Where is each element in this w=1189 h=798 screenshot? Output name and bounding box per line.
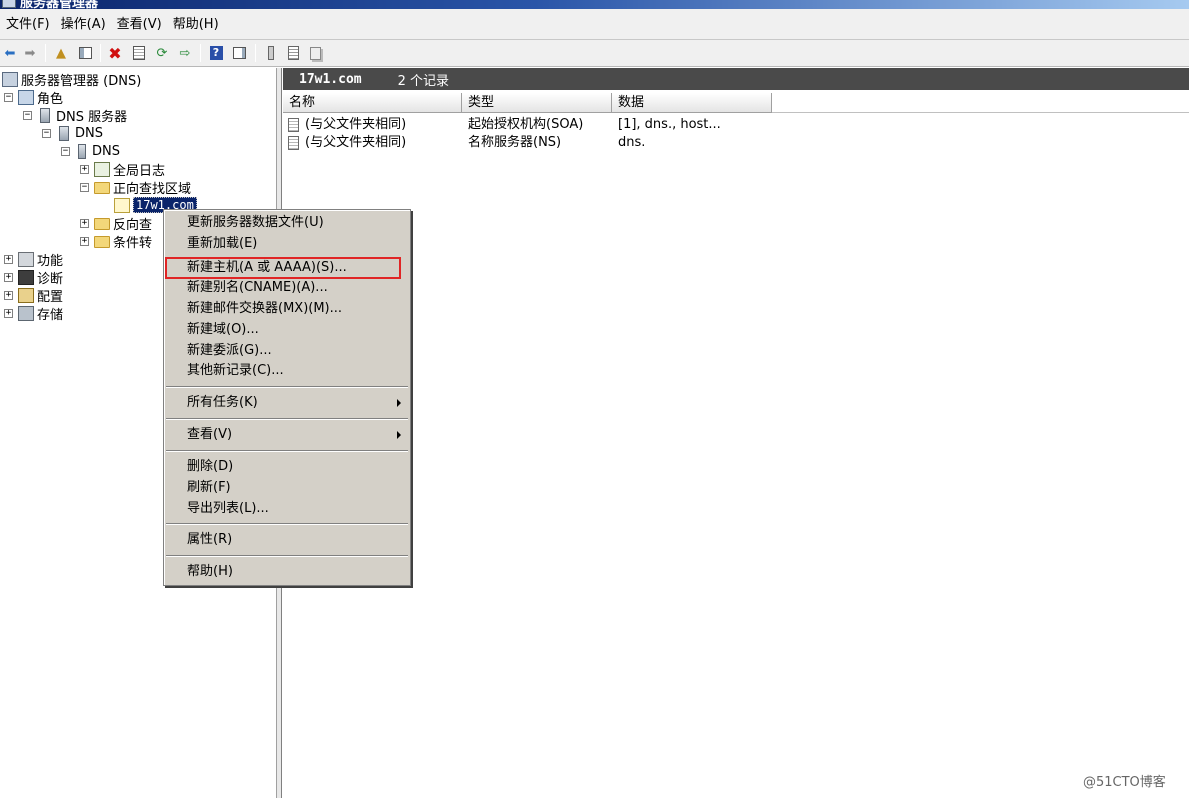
- submenu-arrow-icon: [397, 431, 401, 439]
- toolbar: ⬅ ➡ ▲ ✖ ⟳ ⇨ ?: [0, 40, 1189, 67]
- menu-action[interactable]: 操作(A): [59, 9, 115, 40]
- copy-icon[interactable]: [306, 44, 324, 62]
- menu-item-refresh[interactable]: 刷新(F): [187, 478, 231, 498]
- list-icon[interactable]: [284, 44, 302, 62]
- menu-item-help[interactable]: 帮助(H): [187, 562, 233, 582]
- server-icon: [78, 143, 86, 159]
- dns-icon: [59, 125, 69, 141]
- tree-item-storage[interactable]: + 存储: [4, 304, 63, 323]
- diagnostics-icon: [18, 269, 34, 285]
- menu-file[interactable]: 文件(F): [4, 9, 59, 40]
- refresh-icon[interactable]: ⟳: [153, 44, 171, 62]
- table-row[interactable]: (与父文件夹相同) 起始授权机构(SOA) [1], dns., host...: [287, 116, 1177, 134]
- menu-separator: [166, 386, 408, 388]
- menu-separator: [166, 555, 408, 557]
- submenu-arrow-icon: [397, 399, 401, 407]
- forward-arrow-icon[interactable]: ➡: [21, 44, 39, 62]
- record-icon: [288, 136, 299, 150]
- expand-toggle[interactable]: +: [4, 272, 13, 282]
- menu-help[interactable]: 帮助(H): [171, 9, 228, 40]
- storage-icon: [18, 305, 34, 321]
- tree-item-features[interactable]: + 功能: [4, 250, 63, 269]
- menu-item-properties[interactable]: 属性(R): [187, 530, 232, 550]
- toolbar-separator: [100, 44, 101, 62]
- column-header-type[interactable]: 类型: [462, 93, 612, 113]
- collapse-toggle[interactable]: −: [23, 110, 32, 120]
- menu-item-new-mx[interactable]: 新建邮件交换器(MX)(M)...: [187, 299, 342, 319]
- show-tree-icon[interactable]: [76, 44, 94, 62]
- menu-item-other-records[interactable]: 其他新记录(C)...: [187, 361, 284, 381]
- menu-item-new-domain[interactable]: 新建域(O)...: [187, 320, 259, 340]
- properties-icon[interactable]: [130, 44, 148, 62]
- back-arrow-icon[interactable]: ⬅: [1, 44, 19, 62]
- column-header-row: 名称 类型 数据: [283, 93, 1189, 113]
- highlight-box: [165, 257, 401, 279]
- column-header-name[interactable]: 名称: [283, 93, 462, 113]
- export-icon[interactable]: ⇨: [176, 44, 194, 62]
- roles-icon: [18, 89, 34, 105]
- tree-item-configuration[interactable]: + 配置: [4, 286, 63, 305]
- folder-icon: [94, 236, 110, 248]
- folder-icon: [94, 182, 110, 194]
- server-icon[interactable]: [262, 44, 280, 62]
- features-icon: [18, 251, 34, 267]
- results-header: 17w1.com 2 个记录: [283, 68, 1189, 90]
- menu-view[interactable]: 查看(V): [115, 9, 171, 40]
- watermark: @51CTO博客: [1083, 775, 1166, 790]
- server-manager-icon: [2, 71, 18, 87]
- dns-server-icon: [40, 107, 50, 123]
- results-pane: 17w1.com 2 个记录 名称 类型 数据 (与父文件夹相同) 起始授权机构…: [283, 68, 1189, 798]
- expand-toggle[interactable]: +: [80, 236, 89, 246]
- menu-separator: [166, 418, 408, 420]
- collapse-toggle[interactable]: −: [80, 182, 89, 192]
- menu-item-view[interactable]: 查看(V): [187, 425, 232, 445]
- server-manager-icon: [2, 0, 16, 8]
- collapse-toggle[interactable]: −: [61, 146, 70, 156]
- toolbar-separator: [45, 44, 46, 62]
- menu-bar: 文件(F) 操作(A) 查看(V) 帮助(H): [0, 9, 1189, 40]
- menu-item-delete[interactable]: 删除(D): [187, 457, 233, 477]
- delete-icon[interactable]: ✖: [106, 44, 124, 63]
- tree-item-dns-server[interactable]: − DNS 服务器: [23, 106, 127, 125]
- tree-item-roles[interactable]: − 角色: [4, 88, 63, 107]
- show-action-pane-icon[interactable]: [230, 44, 248, 62]
- configuration-icon: [18, 287, 34, 303]
- menu-item-new-alias[interactable]: 新建别名(CNAME)(A)...: [187, 278, 328, 298]
- expand-toggle[interactable]: +: [4, 254, 13, 264]
- expand-toggle[interactable]: +: [4, 308, 13, 318]
- menu-separator: [166, 450, 408, 452]
- log-icon: [94, 161, 110, 177]
- column-header-data[interactable]: 数据: [612, 93, 772, 113]
- toolbar-separator: [200, 44, 201, 62]
- collapse-toggle[interactable]: −: [4, 92, 13, 102]
- tree-item-reverse-zones[interactable]: + 反向查: [80, 214, 152, 233]
- expand-toggle[interactable]: +: [80, 218, 89, 228]
- tree-item-diagnostics[interactable]: + 诊断: [4, 268, 63, 287]
- collapse-toggle[interactable]: −: [42, 128, 51, 138]
- zone-icon: [114, 197, 130, 213]
- tree-item-server-manager[interactable]: 服务器管理器 (DNS): [2, 70, 141, 89]
- table-row[interactable]: (与父文件夹相同) 名称服务器(NS) dns.: [287, 134, 1177, 152]
- tree-item-dns[interactable]: − DNS: [42, 124, 103, 142]
- expand-toggle[interactable]: +: [80, 164, 89, 174]
- record-icon: [288, 118, 299, 132]
- menu-separator: [166, 523, 408, 525]
- folder-icon: [94, 218, 110, 230]
- toolbar-separator: [255, 44, 256, 62]
- zone-name: 17w1.com: [299, 71, 362, 87]
- expand-toggle[interactable]: +: [4, 290, 13, 300]
- help-icon[interactable]: ?: [207, 44, 225, 62]
- tree-item-global-logs[interactable]: + 全局日志: [80, 160, 165, 179]
- menu-item-update-server-file[interactable]: 更新服务器数据文件(U): [187, 213, 324, 233]
- up-folder-icon[interactable]: ▲: [52, 44, 70, 62]
- tree-item-conditional-forwarders[interactable]: + 条件转: [80, 232, 152, 251]
- tree-item-forward-zones[interactable]: − 正向查找区域: [80, 178, 191, 197]
- record-count: 2 个记录: [397, 73, 450, 89]
- tree-item-dns-host[interactable]: − DNS: [61, 142, 120, 160]
- menu-item-new-delegation[interactable]: 新建委派(G)...: [187, 341, 272, 361]
- menu-item-all-tasks[interactable]: 所有任务(K): [187, 393, 258, 413]
- menu-item-export-list[interactable]: 导出列表(L)...: [187, 499, 269, 519]
- menu-item-reload[interactable]: 重新加载(E): [187, 234, 257, 254]
